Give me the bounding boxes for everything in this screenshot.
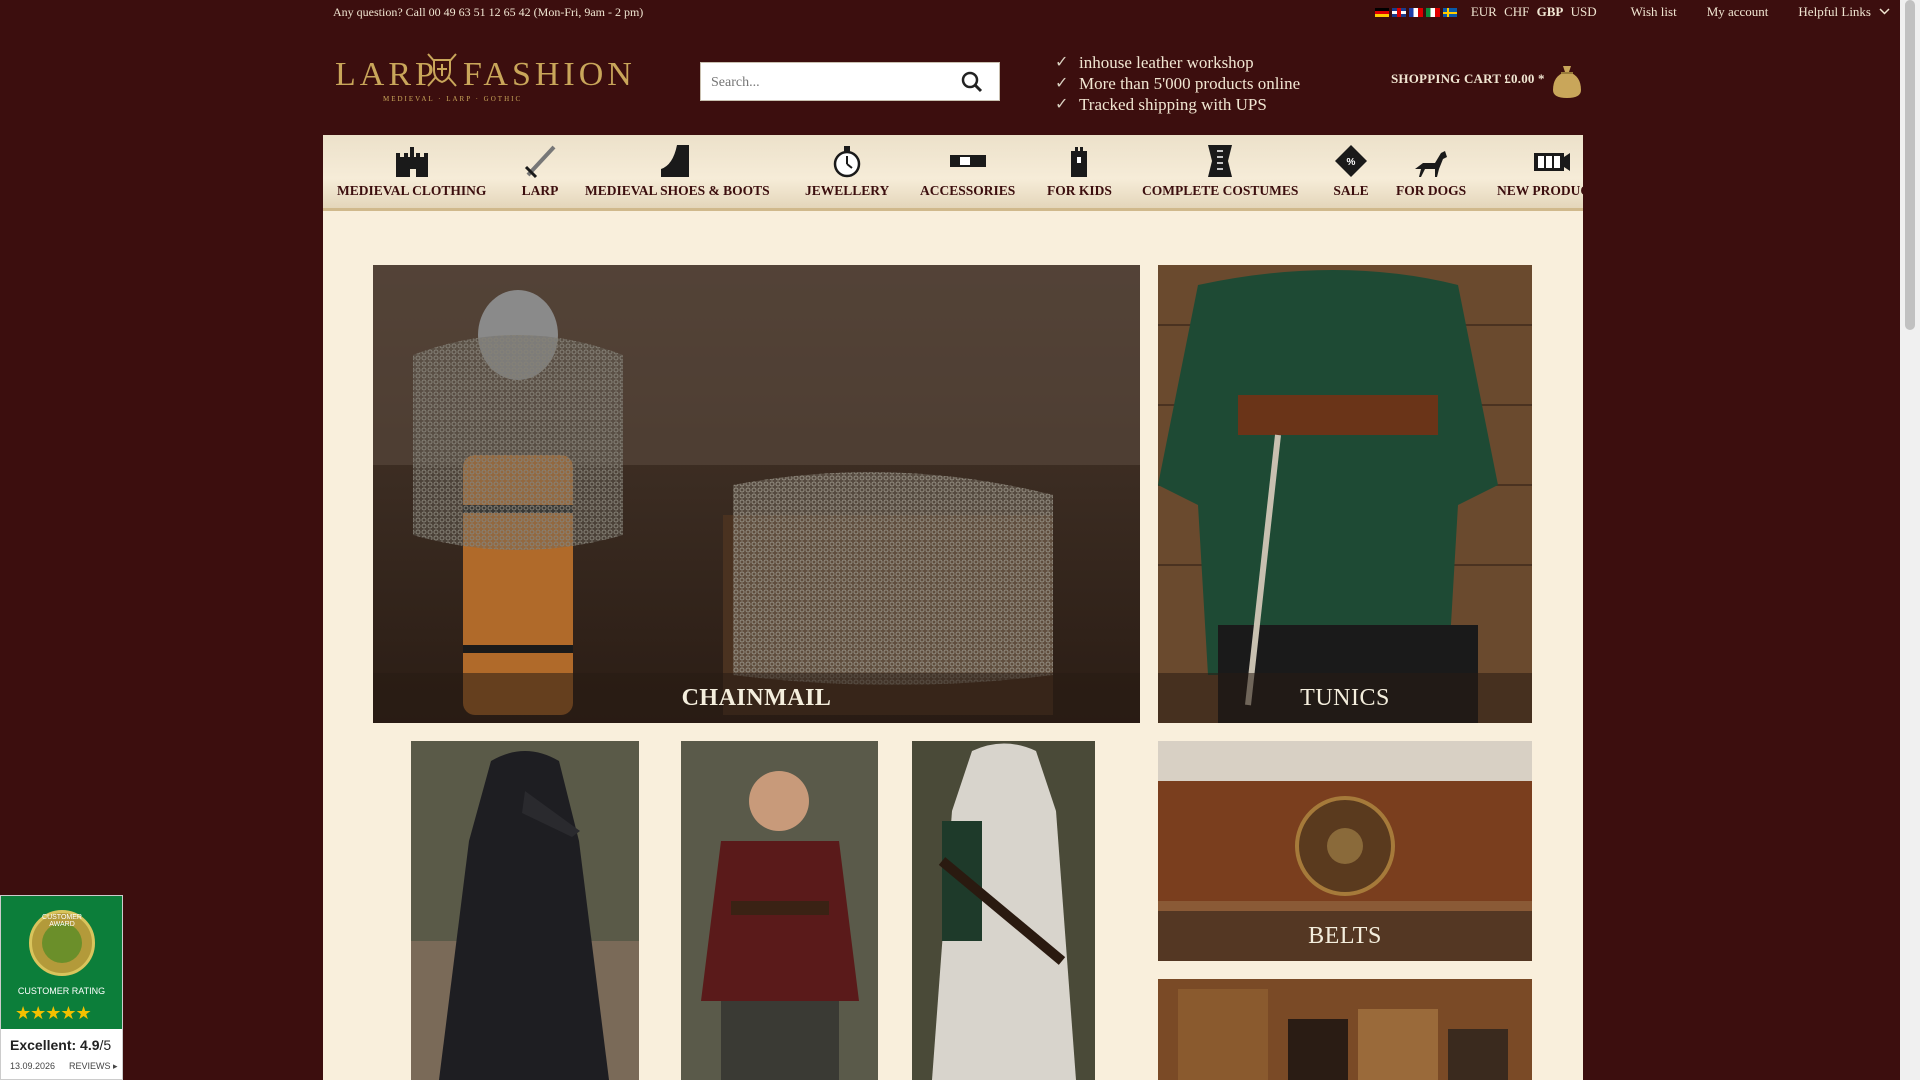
corset-icon — [1208, 145, 1233, 177]
film-icon — [1533, 153, 1570, 171]
tower-icon — [1071, 147, 1088, 177]
nav-label: MEDIEVAL CLOTHING — [337, 183, 487, 198]
nav-label: NEW PRODUCTS — [1497, 183, 1583, 198]
nav-item-for-dogs[interactable]: FOR DOGS — [1396, 143, 1466, 199]
logo-tagline: MEDIEVAL · LARP · GOTHIC — [383, 95, 523, 103]
currency-usd[interactable]: USD — [1571, 4, 1597, 19]
nav-label: SALE — [1333, 183, 1369, 198]
boot-icon — [661, 145, 690, 177]
flag-it-icon[interactable] — [1425, 7, 1440, 17]
contact-question: Any question? Call 00 49 63 51 12 65 42 … — [333, 5, 644, 19]
plague-doctor-photo — [411, 741, 639, 1080]
nav-label: COMPLETE COSTUMES — [1142, 183, 1299, 198]
product-tile-plague-cloak[interactable] — [411, 741, 639, 1080]
nav-item-sale[interactable]: % SALE — [1331, 143, 1371, 199]
category-tile-bags[interactable] — [1158, 979, 1532, 1080]
logo-word-fashion: FASHION — [463, 56, 636, 93]
flag-fr-icon[interactable] — [1408, 7, 1423, 17]
scrollbar-thumb[interactable] — [1905, 0, 1915, 330]
price-tag-icon: % — [1335, 145, 1367, 177]
flag-en-icon[interactable] — [1391, 7, 1406, 17]
flag-se-icon[interactable] — [1442, 7, 1457, 17]
main-panel: MEDIEVAL CLOTHING LARP MEDIEVAL SHOES & … — [323, 135, 1583, 1080]
pocket-watch-icon — [833, 146, 861, 178]
main-navigation: MEDIEVAL CLOTHING LARP MEDIEVAL SHOES & … — [323, 135, 1583, 211]
checkmark-icon: ✓ — [1055, 54, 1069, 71]
rating-text: Excellent: 4.9/5 — [10, 1037, 112, 1053]
thumbs-up-award-icon: CUSTOMER AWARD — [29, 910, 95, 976]
rating-stars-icon: ★★★★★ — [15, 1003, 92, 1023]
badge-award-area: CUSTOMER AWARD CUSTOMER RATING ★★★★★ — [1, 896, 122, 1029]
castle-icon — [395, 147, 428, 177]
category-tile-tunics[interactable]: TUNICS — [1158, 265, 1532, 723]
belt-buckle-icon — [949, 155, 986, 167]
reviews-link[interactable]: REVIEWS ▸ — [69, 1061, 118, 1072]
product-tile-viking-tunic[interactable] — [681, 741, 878, 1080]
site-logo[interactable]: LARP FASHION MEDIEVAL · LARP · GOTHIC — [333, 50, 633, 110]
wish-list-link[interactable]: Wish list — [1631, 4, 1677, 20]
checkmark-icon: ✓ — [1055, 75, 1069, 92]
nav-label: JEWELLERY — [805, 183, 890, 198]
usp-item: ✓ Tracked shipping with UPS — [1055, 95, 1267, 114]
usp-item: ✓ inhouse leather workshop — [1055, 53, 1254, 72]
page-scrollbar[interactable] — [1900, 0, 1920, 1080]
top-bar-right: EUR CHF GBP USD Wish list My account Hel… — [1374, 4, 1900, 20]
helpful-links-label: Helpful Links — [1798, 4, 1871, 19]
nav-item-accessories[interactable]: ACCESSORIES — [920, 143, 1015, 199]
tile-caption: TUNICS — [1158, 673, 1532, 723]
currency-chf[interactable]: CHF — [1504, 4, 1529, 19]
nav-item-larp[interactable]: LARP — [520, 143, 560, 199]
chevron-down-icon — [1879, 6, 1890, 18]
category-tile-chainmail[interactable]: CHAINMAIL — [373, 265, 1140, 723]
nav-label: LARP — [521, 183, 559, 198]
currency-eur[interactable]: EUR — [1471, 4, 1497, 19]
crossed-swords-shield-icon — [427, 53, 457, 87]
ranger-photo — [912, 741, 1095, 1080]
nav-label: FOR KIDS — [1047, 183, 1112, 198]
search-box — [700, 62, 1000, 102]
my-account-link[interactable]: My account — [1707, 4, 1769, 20]
currency-switcher: EUR CHF GBP USD — [1471, 4, 1601, 20]
category-tile-belts[interactable]: BELTS — [1158, 741, 1532, 961]
dog-icon — [1415, 151, 1448, 177]
flag-de-icon[interactable] — [1374, 7, 1389, 17]
product-tile-ranger-robe[interactable] — [912, 741, 1095, 1080]
viking-photo — [681, 741, 878, 1080]
search-input[interactable] — [701, 63, 953, 102]
tile-caption: BELTS — [1158, 911, 1532, 961]
nav-label: MEDIEVAL SHOES & BOOTS — [585, 183, 770, 198]
nav-item-for-kids[interactable]: FOR KIDS — [1047, 143, 1112, 199]
search-icon[interactable] — [961, 71, 983, 93]
currency-gbp[interactable]: GBP — [1537, 4, 1564, 19]
nav-label: FOR DOGS — [1396, 183, 1467, 198]
logo-word-larp: LARP — [335, 56, 438, 93]
checkmark-icon: ✓ — [1055, 96, 1069, 113]
language-flags — [1374, 7, 1457, 17]
top-bar: Any question? Call 00 49 63 51 12 65 42 … — [0, 0, 1900, 26]
helpful-links-dropdown[interactable]: Helpful Links — [1798, 4, 1890, 20]
usp-item: ✓ More than 5'000 products online — [1055, 74, 1301, 93]
nav-item-medieval-clothing[interactable]: MEDIEVAL CLOTHING — [337, 143, 486, 199]
shopping-cart-link[interactable]: SHOPPING CART £0.00 * — [1391, 71, 1545, 87]
tile-caption: CHAINMAIL — [373, 673, 1140, 723]
usp-list: ✓ inhouse leather workshop ✓ More than 5'0… — [1055, 52, 1300, 115]
tunic-photo — [1158, 265, 1532, 723]
rating-date: 13.09.2026 — [10, 1061, 56, 1071]
bags-photo — [1158, 979, 1532, 1080]
coin-purse-icon[interactable] — [1551, 64, 1583, 100]
chainmail-photo — [373, 265, 1140, 723]
svg-text:%: % — [1347, 157, 1356, 168]
nav-item-new-products[interactable]: NEW PRODUCTS — [1497, 143, 1583, 199]
nav-label: ACCESSORIES — [920, 183, 1016, 198]
nav-item-jewellery[interactable]: JEWELLERY — [805, 143, 889, 199]
nav-item-shoes-boots[interactable]: MEDIEVAL SHOES & BOOTS — [585, 143, 770, 199]
nav-item-complete-costumes[interactable]: COMPLETE COSTUMES — [1142, 143, 1298, 199]
customer-rating-badge[interactable]: CUSTOMER AWARD CUSTOMER RATING ★★★★★ Exc… — [0, 895, 123, 1080]
sword-icon — [524, 145, 556, 179]
badge-label: CUSTOMER RATING — [17, 986, 106, 996]
